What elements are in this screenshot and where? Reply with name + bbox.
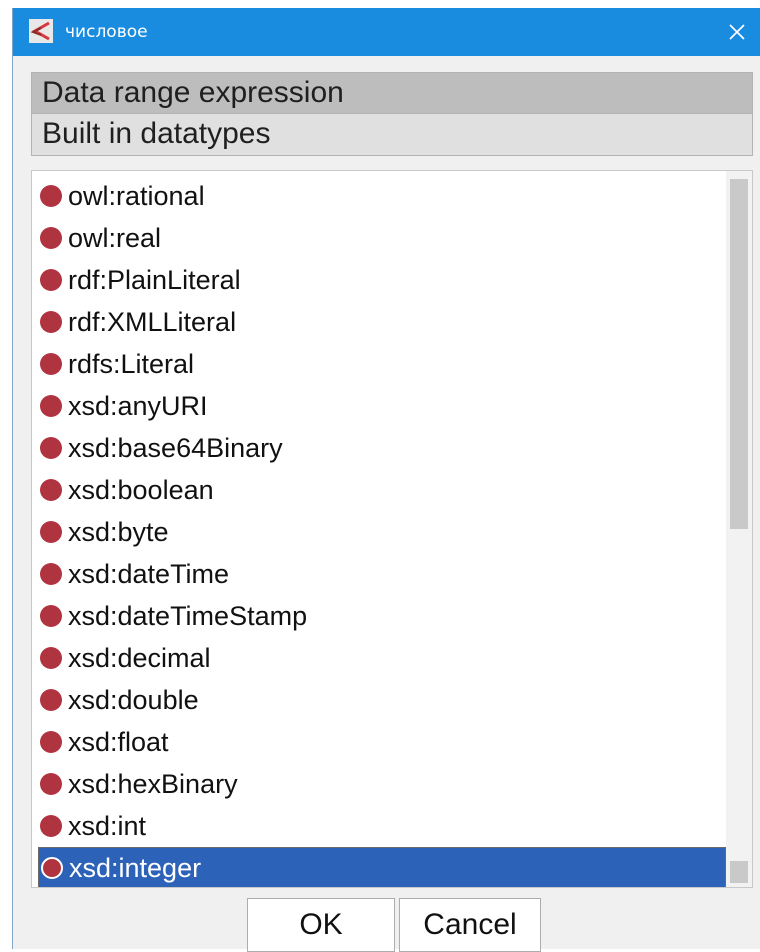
datatype-dot-icon <box>40 227 62 249</box>
list-item[interactable]: xsd:boolean <box>38 469 726 511</box>
datatype-dot-icon <box>40 269 62 291</box>
datatype-dot-icon <box>40 185 62 207</box>
datatype-dot-icon <box>40 479 62 501</box>
dialog-window: числовое Data range expression Built in … <box>12 8 760 952</box>
list-item[interactable]: rdfs:Literal <box>38 343 726 385</box>
list-item-label: xsd:int <box>68 810 147 841</box>
list-item-label: xsd:float <box>68 726 169 757</box>
list-item[interactable]: rdf:PlainLiteral <box>38 259 726 301</box>
datatype-dot-icon <box>40 773 62 795</box>
list-item-label: xsd:dateTimeStamp <box>68 600 308 631</box>
list-item-label: xsd:decimal <box>68 642 211 673</box>
list-item[interactable]: xsd:hexBinary <box>38 763 726 805</box>
list-item-label: owl:rational <box>68 180 205 211</box>
list-item-label: rdfs:Literal <box>68 348 195 379</box>
protege-app-icon <box>29 19 53 43</box>
datatype-dot-icon <box>40 521 62 543</box>
list-item[interactable]: xsd:byte <box>38 511 726 553</box>
window-title: числовое <box>65 22 148 42</box>
tab-data-range-expression[interactable]: Data range expression <box>31 72 753 114</box>
list-item-label: rdf:XMLLiteral <box>68 306 237 337</box>
list-item-label: xsd:boolean <box>68 474 214 505</box>
datatype-dot-icon <box>40 647 62 669</box>
datatype-dot-icon <box>40 689 62 711</box>
close-icon <box>729 24 745 40</box>
list-item[interactable]: rdf:XMLLiteral <box>38 301 726 343</box>
list-item[interactable]: xsd:float <box>38 721 726 763</box>
list-item[interactable]: xsd:anyURI <box>38 385 726 427</box>
list-item[interactable]: xsd:base64Binary <box>38 427 726 469</box>
ok-button[interactable]: OK <box>247 898 395 952</box>
scrollbar-end <box>730 861 748 883</box>
datatype-dot-icon <box>40 395 62 417</box>
scrollbar-thumb[interactable] <box>730 179 748 529</box>
cancel-button[interactable]: Cancel <box>399 898 541 952</box>
title-bar[interactable]: числовое <box>13 8 760 56</box>
datatype-dot-icon <box>41 857 63 879</box>
list-item[interactable]: xsd:dateTimeStamp <box>38 595 726 637</box>
list-item[interactable]: xsd:double <box>38 679 726 721</box>
list-item[interactable]: owl:real <box>38 217 726 259</box>
datatype-dot-icon <box>40 731 62 753</box>
list-item-label: xsd:base64Binary <box>68 432 283 463</box>
list-item-label: xsd:double <box>68 684 199 715</box>
list-item-label: owl:real <box>68 222 162 253</box>
datatype-list[interactable]: owl:rational owl:real rdf:PlainLiteral rdf:… <box>31 170 753 888</box>
list-item[interactable]: xsd:decimal <box>38 637 726 679</box>
list-item-label: xsd:anyURI <box>68 390 208 421</box>
close-button[interactable] <box>714 8 760 56</box>
list-item-label: xsd:byte <box>68 516 169 547</box>
datatype-dot-icon <box>40 353 62 375</box>
datatype-dot-icon <box>40 815 62 837</box>
tab-built-in-datatypes[interactable]: Built in datatypes <box>31 114 753 156</box>
list-item-label: xsd:hexBinary <box>68 768 238 799</box>
list-item-label: rdf:PlainLiteral <box>68 264 241 295</box>
tab-strip: Data range expression Built in datatypes <box>31 72 753 156</box>
list-item[interactable]: xsd:integer <box>38 847 726 887</box>
list-item[interactable]: owl:rational <box>38 175 726 217</box>
datatype-dot-icon <box>40 437 62 459</box>
list-item-label: xsd:dateTime <box>68 558 230 589</box>
datatype-dot-icon <box>40 563 62 585</box>
datatype-dot-icon <box>40 311 62 333</box>
vertical-scrollbar[interactable] <box>726 171 752 887</box>
list-item[interactable]: xsd:dateTime <box>38 553 726 595</box>
datatype-dot-icon <box>40 605 62 627</box>
list-item[interactable]: xsd:int <box>38 805 726 847</box>
list-item-label: xsd:integer <box>69 852 202 883</box>
